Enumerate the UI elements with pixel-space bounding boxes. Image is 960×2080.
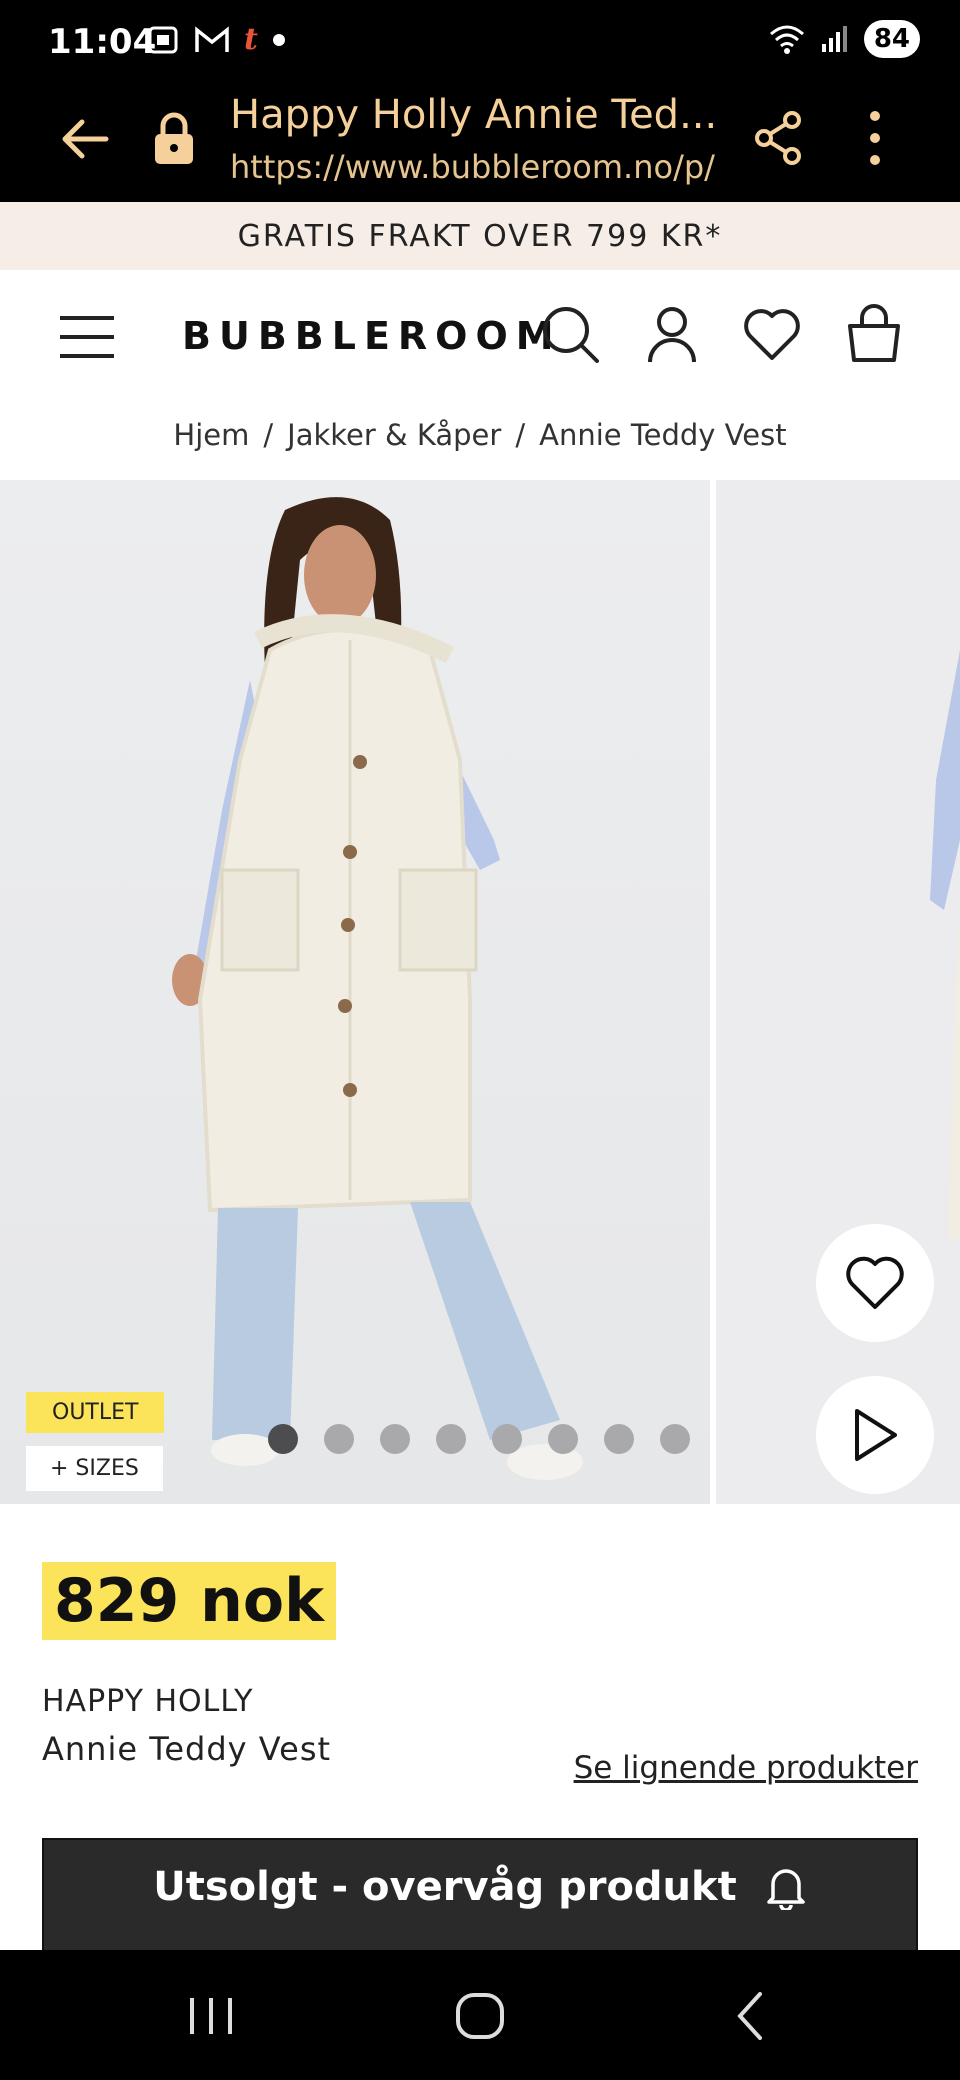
carousel-dot[interactable] [436,1424,466,1454]
share-icon[interactable] [754,110,804,166]
home-icon[interactable] [454,1986,506,2046]
system-navigation-bar [0,1950,960,2080]
status-time: 11:04 [48,22,157,62]
back-arrow-icon[interactable] [58,112,112,166]
carousel-dot[interactable] [548,1424,578,1454]
dot-icon [272,34,285,46]
menu-icon[interactable] [58,314,116,360]
breadcrumb-current[interactable]: Annie Teddy Vest [539,418,786,452]
breadcrumb-home[interactable]: Hjem [173,418,249,452]
carousel-dot[interactable] [660,1424,690,1454]
breadcrumb-separator: / [263,418,274,452]
page-title[interactable]: Happy Holly Annie Ted... [230,92,720,138]
wishlist-heart-icon[interactable] [742,304,802,364]
system-icons: 84 [768,20,920,58]
gmail-icon [195,26,229,52]
notification-icons: t [146,24,286,56]
signal-icon [821,26,847,52]
carousel-dot[interactable] [604,1424,634,1454]
breadcrumb-category[interactable]: Jakker & Kåper [287,418,501,452]
shopping-bag-icon[interactable] [844,304,904,364]
more-options-icon[interactable] [860,108,890,168]
sold-out-watch-button[interactable]: Utsolgt - overvåg produkt [42,1838,918,1958]
nav-back-icon[interactable] [730,1986,770,2046]
search-icon[interactable] [540,304,600,364]
carousel-dots [268,1424,690,1454]
site-logo[interactable]: BUBBLEROOM [182,314,562,358]
next-product-photo[interactable] [716,480,960,1504]
similar-products-link[interactable]: Se lignende produkter [574,1750,918,1786]
outlet-badge: OUTLET [26,1392,165,1433]
screenshot-icon [148,26,178,54]
bell-icon [767,1869,805,1910]
browser-toolbar: Happy Holly Annie Ted... https://www.bub… [0,76,960,202]
carousel-dot[interactable] [268,1424,298,1454]
heart-icon [846,1256,904,1309]
site-header: BUBBLEROOM [0,270,960,400]
play-icon [855,1409,897,1461]
promo-banner: GRATIS FRAKT OVER 799 KR* [0,202,960,270]
tumblr-icon: t [244,22,258,57]
lock-icon[interactable] [152,110,196,166]
model-illustration [172,497,583,1480]
breadcrumb-separator: / [515,418,526,452]
play-video-button[interactable] [816,1376,934,1494]
sizes-button[interactable]: + SIZES [26,1446,163,1491]
next-photo-illustration [930,650,960,1240]
battery-indicator: 84 [863,20,920,58]
product-photo[interactable]: OUTLET + SIZES [0,480,710,1504]
product-price: 829 nok [42,1562,336,1640]
carousel-dot[interactable] [492,1424,522,1454]
add-to-wishlist-button[interactable] [816,1224,934,1342]
product-gallery[interactable]: OUTLET + SIZES [0,480,960,1504]
account-icon[interactable] [642,304,702,364]
breadcrumb: Hjem / Jakker & Kåper / Annie Teddy Vest [0,410,960,460]
product-name: Annie Teddy Vest [42,1730,332,1768]
wifi-icon [769,25,804,54]
watch-button-label: Utsolgt - overvåg produkt [153,1864,737,1910]
status-bar: 11:04 t 84 [0,0,960,76]
product-brand[interactable]: HAPPY HOLLY [42,1684,253,1719]
recent-apps-icon[interactable] [186,1986,236,2046]
carousel-dot[interactable] [324,1424,354,1454]
url-text[interactable]: https://www.bubbleroom.no/p/l [230,148,716,186]
carousel-dot[interactable] [380,1424,410,1454]
